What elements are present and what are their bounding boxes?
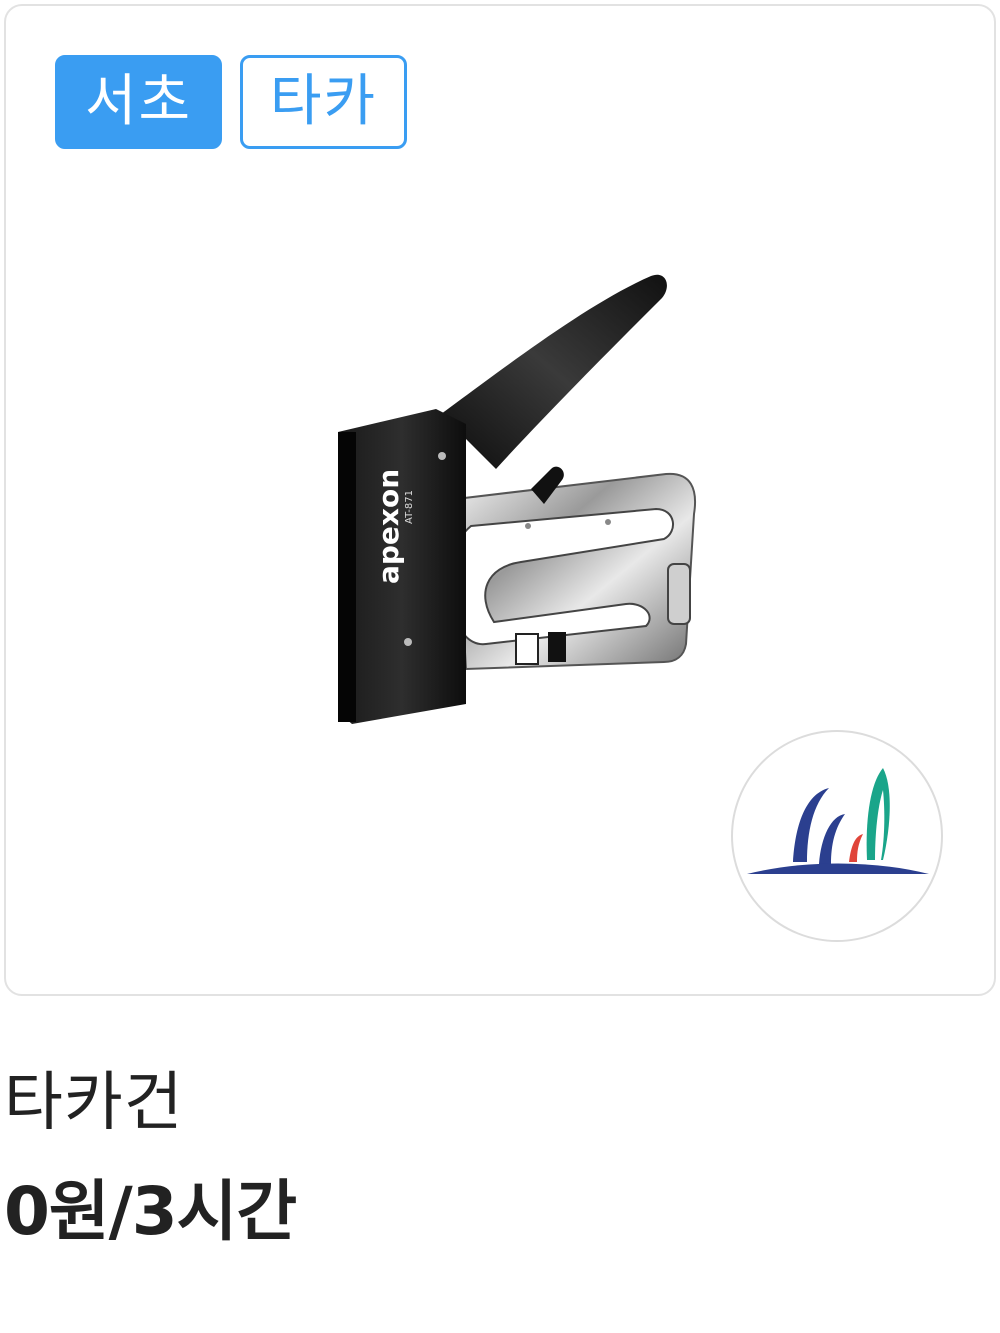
product-name[interactable]: 타카건 <box>4 1068 184 1139</box>
model-text: AT-871 <box>404 490 415 524</box>
product-price: 0원/3시간 <box>4 1173 297 1250</box>
region-tag: 서초 <box>55 55 222 149</box>
tag-list: 서초 타카 <box>55 55 407 149</box>
staple-gun-image: apexon AT-871 <box>338 274 696 724</box>
seocho-logo-icon <box>747 768 929 874</box>
product-image-box[interactable]: 서초 타카 apexon AT-871 <box>4 4 996 996</box>
brand-text: apexon <box>372 469 405 584</box>
product-card[interactable]: 서초 타카 apexon AT-871 타카건 0원/3시간 <box>0 0 1000 1333</box>
category-tag: 타카 <box>240 55 407 149</box>
provider-logo <box>731 730 943 942</box>
